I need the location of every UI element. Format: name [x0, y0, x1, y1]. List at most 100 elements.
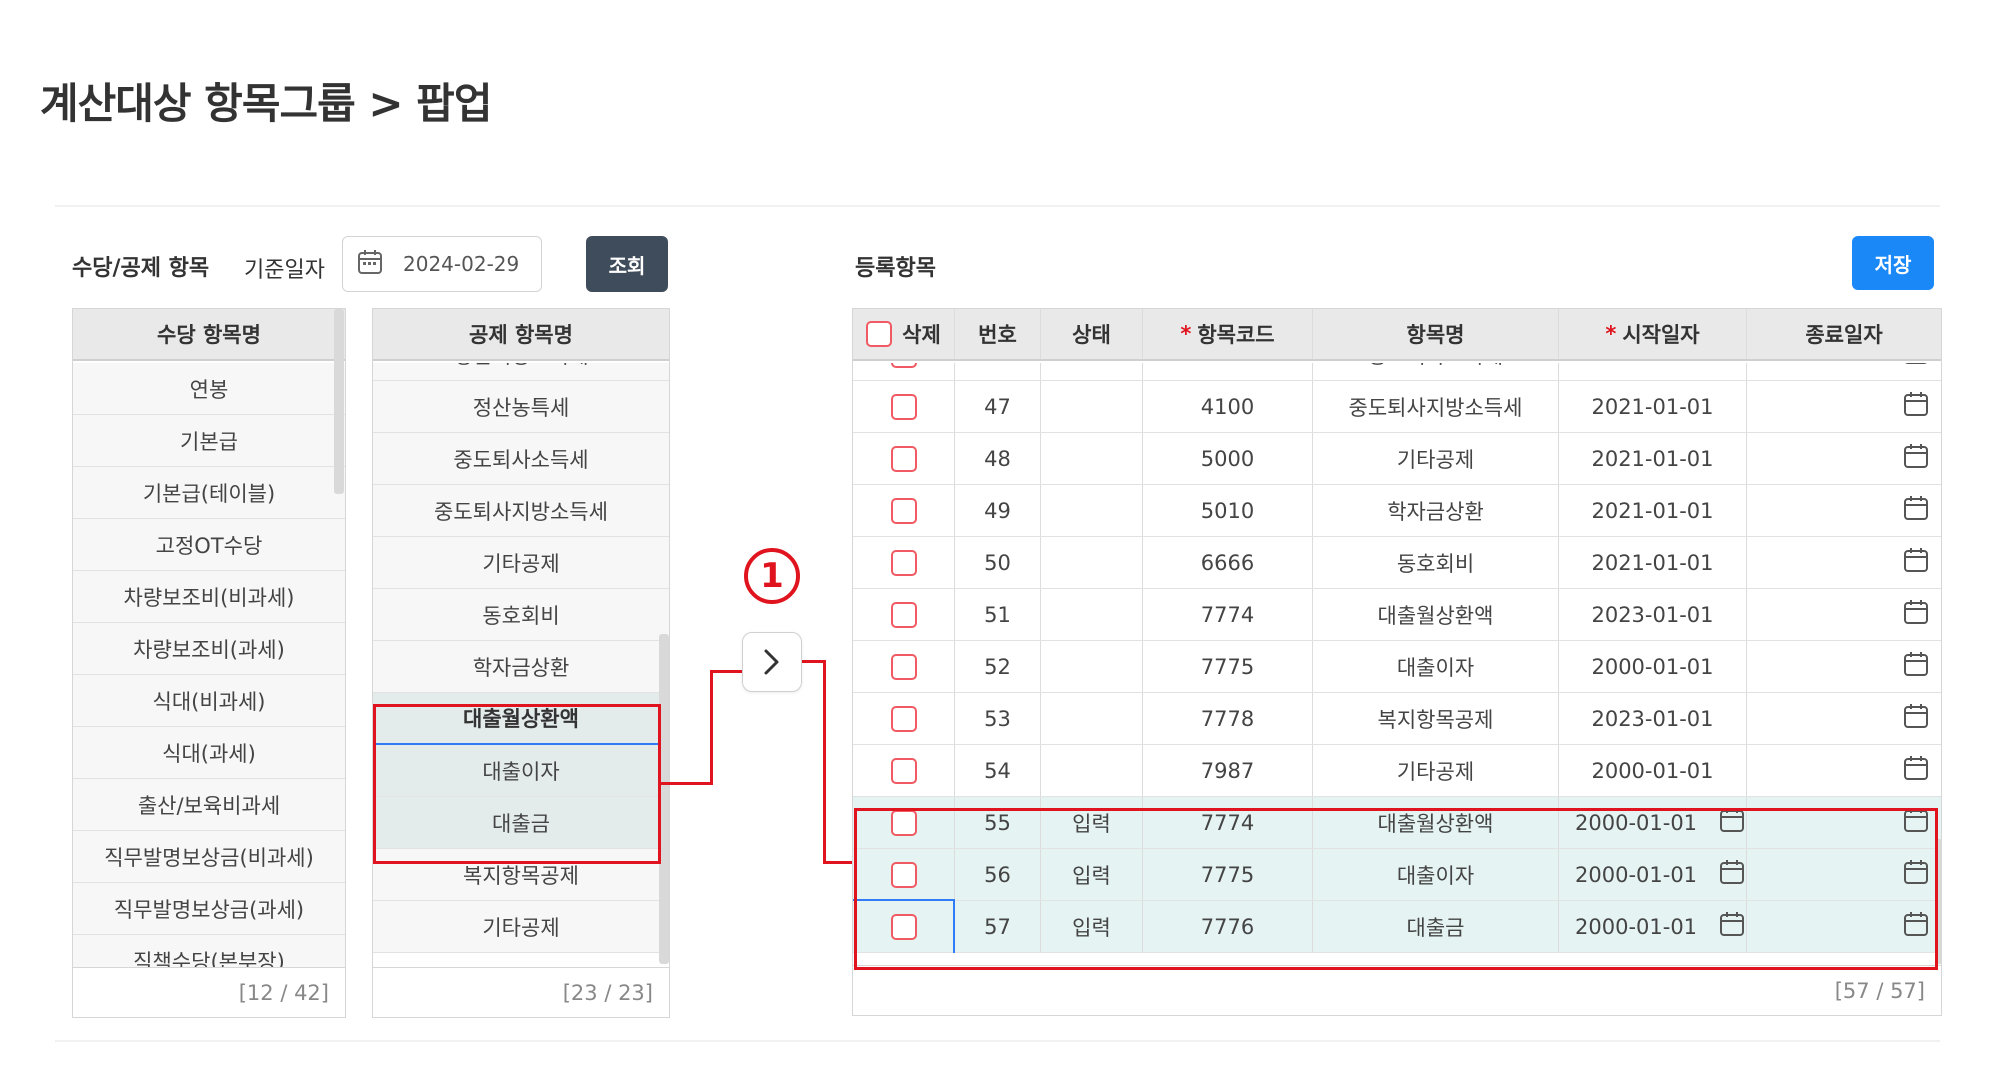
- list-item[interactable]: 차량보조비(비과세): [73, 571, 345, 623]
- row-delete-checkbox[interactable]: [890, 549, 917, 576]
- row-end-date[interactable]: [1747, 433, 1941, 484]
- connector-line: [710, 670, 713, 785]
- row-item-code: 7987: [1143, 745, 1313, 796]
- row-start-date: 2021-01-01: [1559, 485, 1747, 536]
- row-start-date: 2000-01-01: [1559, 641, 1747, 692]
- calendar-icon[interactable]: [1903, 703, 1929, 734]
- page-title: 계산대상 항목그룹 > 팝업: [40, 79, 492, 128]
- table-row[interactable]: 48 5000 기타공제 2021-01-01: [853, 433, 1941, 485]
- calendar-icon[interactable]: [1903, 599, 1929, 630]
- calendar-icon[interactable]: [1903, 651, 1929, 682]
- list-item[interactable]: 직무발명보상금(과세): [73, 883, 345, 935]
- table-row[interactable]: 51 7774 대출월상환액 2023-01-01: [853, 589, 1941, 641]
- start-date-value: 2021-01-01: [1591, 446, 1714, 471]
- allowance-list-panel: 수당 항목명 연봉 기본급 기본급(테이블) 고정OT수당 차량보조비(비과세)…: [72, 308, 346, 1018]
- row-delete-checkbox[interactable]: [890, 757, 917, 784]
- calendar-icon[interactable]: [357, 249, 383, 279]
- list-item[interactable]: 중도퇴사지방소득세: [373, 485, 669, 537]
- list-item[interactable]: 기타공제: [373, 901, 669, 953]
- calendar-icon[interactable]: [1903, 495, 1929, 526]
- list-item[interactable]: 중도퇴사소득세: [373, 433, 669, 485]
- table-row[interactable]: 46 4000중도퇴사소득세 2021-01-01: [853, 363, 1941, 381]
- table-row[interactable]: 52 7775 대출이자 2000-01-01: [853, 641, 1941, 693]
- row-item-code: 5010: [1143, 485, 1313, 536]
- list-item[interactable]: 학자금상환: [373, 641, 669, 693]
- row-item-name: 대출월상환액: [1313, 589, 1559, 640]
- list-item[interactable]: 기타공제: [373, 537, 669, 589]
- row-number: 49: [955, 485, 1041, 536]
- start-date-value: 2021-01-01: [1591, 363, 1713, 367]
- select-all-checkbox[interactable]: [866, 321, 893, 347]
- row-end-date[interactable]: [1747, 589, 1941, 640]
- col-item-name: 항목명: [1313, 309, 1559, 359]
- list-item[interactable]: 식대(과세): [73, 727, 345, 779]
- calendar-icon[interactable]: [1903, 755, 1929, 786]
- table-row[interactable]: 49 5010 학자금상환 2021-01-01: [853, 485, 1941, 537]
- table-row[interactable]: 54 7987 기타공제 2000-01-01: [853, 745, 1941, 797]
- row-end-date[interactable]: [1747, 693, 1941, 744]
- calendar-icon[interactable]: [1903, 547, 1929, 578]
- deduction-list: 정산지방소득세 정산농특세 중도퇴사소득세 중도퇴사지방소득세 기타공제 동호회…: [373, 363, 669, 969]
- row-end-date[interactable]: [1747, 363, 1941, 380]
- row-delete-checkbox[interactable]: [890, 653, 917, 680]
- row-delete-checkbox[interactable]: [890, 393, 917, 420]
- allowance-deduction-label: 수당/공제 항목: [72, 256, 210, 281]
- col-item-code: 항목코드: [1197, 323, 1275, 347]
- row-start-date: 2021-01-01: [1559, 363, 1747, 380]
- row-item-code: 4100: [1143, 381, 1313, 432]
- list-item[interactable]: 기본급(테이블): [73, 467, 345, 519]
- row-delete-checkbox[interactable]: [890, 445, 917, 472]
- calendar-icon[interactable]: [1903, 443, 1929, 474]
- row-item-code: 7778: [1143, 693, 1313, 744]
- row-item-name: 학자금상환: [1313, 485, 1559, 536]
- connector-line: [661, 782, 713, 785]
- row-delete-checkbox[interactable]: [890, 497, 917, 524]
- row-delete-checkbox[interactable]: [890, 363, 917, 368]
- row-end-date[interactable]: [1747, 381, 1941, 432]
- row-item-name: 중도퇴사소득세: [1313, 363, 1559, 380]
- search-button[interactable]: 조회: [586, 236, 668, 292]
- calendar-icon[interactable]: [1903, 363, 1929, 370]
- list-item[interactable]: 차량보조비(과세): [73, 623, 345, 675]
- col-status: 상태: [1041, 309, 1143, 359]
- row-status: [1041, 641, 1143, 692]
- row-number: 52: [955, 641, 1041, 692]
- list-item[interactable]: 직책수당(본부장): [73, 935, 345, 969]
- row-delete-checkbox[interactable]: [890, 705, 917, 732]
- row-status: [1041, 537, 1143, 588]
- row-delete-checkbox[interactable]: [890, 601, 917, 628]
- list-item[interactable]: 연봉: [73, 363, 345, 415]
- base-date-label: 기준일자: [244, 258, 325, 283]
- row-start-date: 2021-01-01: [1559, 381, 1747, 432]
- list-item[interactable]: 정산지방소득세: [373, 363, 669, 381]
- row-start-date: 2000-01-01: [1559, 745, 1747, 796]
- row-item-name: 기타공제: [1313, 433, 1559, 484]
- row-end-date[interactable]: [1747, 485, 1941, 536]
- connector-line: [710, 670, 742, 673]
- row-number: 51: [955, 589, 1041, 640]
- list-item[interactable]: 고정OT수당: [73, 519, 345, 571]
- allowance-count: [12 / 42]: [73, 967, 345, 1017]
- row-end-date[interactable]: [1747, 641, 1941, 692]
- row-item-name: 동호회비: [1313, 537, 1559, 588]
- registered-count: [57 / 57]: [853, 965, 1941, 1015]
- base-date-input[interactable]: 2024-02-29: [342, 236, 542, 292]
- table-row[interactable]: 47 4100 중도퇴사지방소득세 2021-01-01: [853, 381, 1941, 433]
- table-row[interactable]: 50 6666 동호회비 2021-01-01: [853, 537, 1941, 589]
- row-end-date[interactable]: [1747, 537, 1941, 588]
- list-item[interactable]: 직무발명보상금(비과세): [73, 831, 345, 883]
- calendar-icon[interactable]: [1903, 391, 1929, 422]
- scrollbar[interactable]: [334, 309, 344, 494]
- table-row[interactable]: 53 7778 복지항목공제 2023-01-01: [853, 693, 1941, 745]
- save-button[interactable]: 저장: [1852, 236, 1934, 290]
- row-item-name: 복지항목공제: [1313, 693, 1559, 744]
- list-item[interactable]: 출산/보육비과세: [73, 779, 345, 831]
- list-item[interactable]: 기본급: [73, 415, 345, 467]
- row-end-date[interactable]: [1747, 745, 1941, 796]
- list-item[interactable]: 정산농특세: [373, 381, 669, 433]
- list-item[interactable]: 동호회비: [373, 589, 669, 641]
- start-date-value: 2021-01-01: [1591, 550, 1714, 575]
- move-right-button[interactable]: [742, 632, 802, 692]
- list-item[interactable]: 식대(비과세): [73, 675, 345, 727]
- row-number: 53: [955, 693, 1041, 744]
